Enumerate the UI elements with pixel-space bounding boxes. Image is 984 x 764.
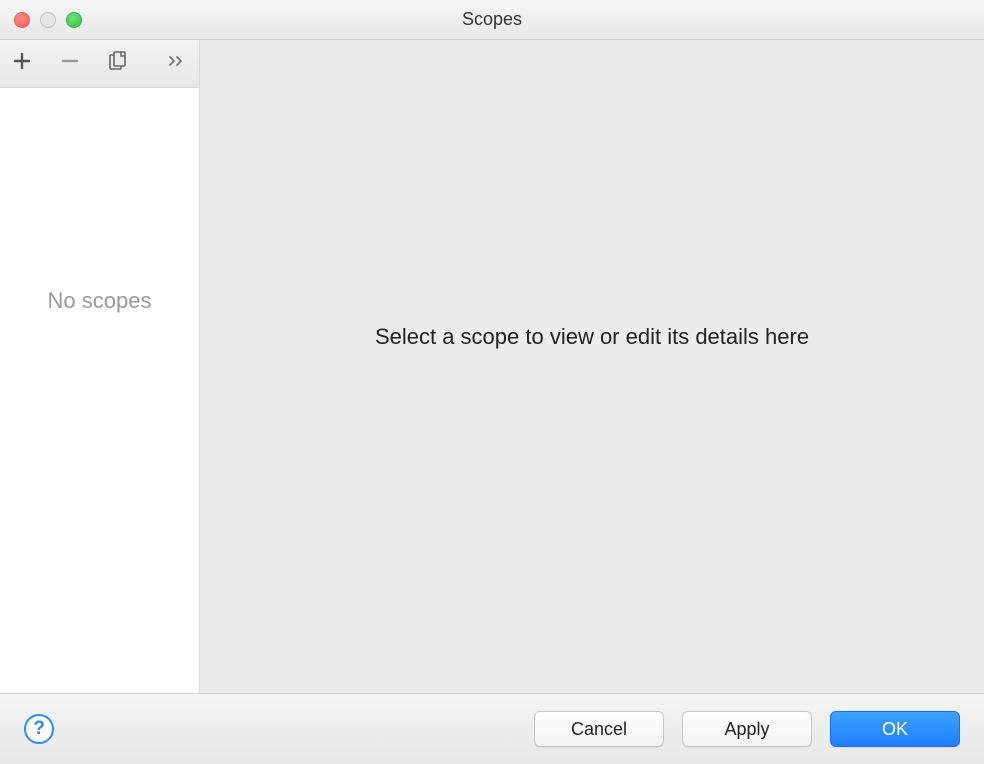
detail-pane: Select a scope to view or edit its detai… [200, 40, 984, 693]
window-minimize-button[interactable] [40, 12, 56, 28]
window-title: Scopes [0, 9, 984, 30]
detail-placeholder: Select a scope to view or edit its detai… [375, 324, 809, 350]
footer-buttons: Cancel Apply OK [534, 711, 960, 747]
titlebar: Scopes [0, 0, 984, 40]
help-icon: ? [33, 718, 45, 740]
help-button[interactable]: ? [24, 714, 54, 744]
window-zoom-button[interactable] [66, 12, 82, 28]
footer: ? Cancel Apply OK [0, 694, 984, 764]
plus-icon [13, 52, 31, 75]
sidebar-toolbar-left [8, 50, 132, 78]
chevrons-right-icon [168, 54, 186, 73]
main-area: No scopes Select a scope to view or edit… [0, 40, 984, 694]
copy-icon [107, 50, 129, 77]
add-button[interactable] [8, 50, 36, 78]
sidebar: No scopes [0, 40, 200, 693]
apply-button[interactable]: Apply [682, 711, 812, 747]
traffic-lights [0, 12, 82, 28]
sidebar-body: No scopes [0, 88, 199, 693]
sidebar-toolbar [0, 40, 199, 88]
no-scopes-label: No scopes [48, 288, 152, 314]
remove-button[interactable] [56, 50, 84, 78]
copy-button[interactable] [104, 50, 132, 78]
more-button[interactable] [163, 50, 191, 78]
cancel-button[interactable]: Cancel [534, 711, 664, 747]
window-close-button[interactable] [14, 12, 30, 28]
minus-icon [61, 52, 79, 75]
ok-button[interactable]: OK [830, 711, 960, 747]
